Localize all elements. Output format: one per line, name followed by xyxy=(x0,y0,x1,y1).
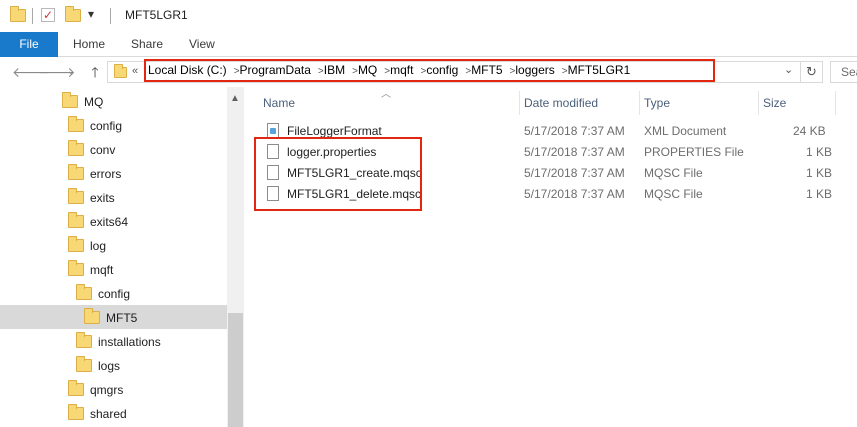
date-modified-cell: 5/17/2018 7:37 AM xyxy=(524,187,625,201)
scroll-thumb[interactable] xyxy=(228,313,243,427)
file-type-cell: MQSC File xyxy=(644,166,703,180)
folder-icon xyxy=(76,331,92,348)
xml-document-icon xyxy=(267,122,279,138)
folder-icon xyxy=(10,6,26,22)
column-header-type[interactable]: Type xyxy=(640,91,759,115)
folder-icon xyxy=(68,163,84,180)
recent-locations-chevron-icon[interactable]: ⌄ xyxy=(62,62,80,82)
nav-item-qmgrs[interactable]: qmgrs xyxy=(68,379,123,401)
nav-scrollbar[interactable]: ▲ xyxy=(227,87,244,427)
folder-icon xyxy=(68,379,84,396)
nav-item-mq[interactable]: MQ xyxy=(62,91,103,113)
file-size-cell: 24 KB xyxy=(793,124,826,138)
tab-share[interactable]: Share xyxy=(131,32,163,57)
folder-icon xyxy=(114,64,127,78)
nav-item-log[interactable]: log xyxy=(68,235,106,257)
divider xyxy=(110,8,111,24)
folder-icon xyxy=(68,259,84,276)
new-folder-icon[interactable] xyxy=(65,6,81,22)
nav-item-exits[interactable]: exits xyxy=(68,187,115,209)
overflow-chevron-icon[interactable]: « xyxy=(132,65,138,77)
window-title: MFT5LGR1 xyxy=(125,8,188,22)
quick-access-dropdown-icon[interactable]: ▾ xyxy=(88,7,94,21)
refresh-icon[interactable]: ↻ xyxy=(801,61,823,83)
date-modified-cell: 5/17/2018 7:37 AM xyxy=(524,124,625,138)
file-type-cell: PROPERTIES File xyxy=(644,145,744,159)
search-input[interactable]: Sea xyxy=(830,61,857,83)
date-modified-cell: 5/17/2018 7:37 AM xyxy=(524,166,625,180)
title-bar: ✓ ▾ MFT5LGR1 xyxy=(0,0,857,32)
folder-icon xyxy=(68,139,84,156)
nav-item-config[interactable]: config xyxy=(68,115,122,137)
divider xyxy=(32,8,33,24)
forward-arrow-icon[interactable]: 🡒 xyxy=(38,62,76,82)
nav-item-mft5[interactable]: MFT5 xyxy=(84,307,137,329)
nav-item-mqft[interactable]: mqft xyxy=(68,259,113,281)
files-highlight-box xyxy=(254,137,422,211)
column-header-size[interactable]: Size xyxy=(759,91,836,115)
ribbon: File Home Share View xyxy=(0,32,857,57)
nav-item-installations[interactable]: installations xyxy=(76,331,161,353)
up-arrow-icon[interactable]: 🡑 xyxy=(86,62,104,82)
address-dropdown-icon[interactable]: ⌄ xyxy=(784,63,793,76)
folder-icon xyxy=(84,307,100,324)
file-size-cell: 1 KB xyxy=(806,145,833,159)
nav-item-conv[interactable]: conv xyxy=(68,139,115,161)
folder-icon xyxy=(68,403,84,420)
tab-view[interactable]: View xyxy=(189,32,215,57)
folder-icon xyxy=(76,355,92,372)
column-header-name[interactable]: Name xyxy=(259,91,520,115)
navigation-pane: MQ config conv errors exits exits64 log … xyxy=(0,87,244,427)
folder-icon xyxy=(62,91,78,108)
folder-icon xyxy=(76,283,92,300)
folder-icon xyxy=(68,211,84,228)
file-type-cell: XML Document xyxy=(644,124,727,138)
address-row: 🡐 🡒 ⌄ 🡑 « Local Disk (C:) >ProgramData >IB… xyxy=(0,58,857,86)
folder-icon xyxy=(68,187,84,204)
nav-item-errors[interactable]: errors xyxy=(68,163,121,185)
file-type-cell: MQSC File xyxy=(644,187,703,201)
scroll-up-icon[interactable]: ▲ xyxy=(230,93,240,104)
file-size-cell: 1 KB xyxy=(806,187,833,201)
folder-icon xyxy=(68,115,84,132)
file-size-cell: 1 KB xyxy=(806,166,833,180)
nav-item-config[interactable]: config xyxy=(76,283,130,305)
nav-item-logs[interactable]: logs xyxy=(76,355,120,377)
folder-icon xyxy=(68,235,84,252)
nav-item-exits64[interactable]: exits64 xyxy=(68,211,128,233)
date-modified-cell: 5/17/2018 7:37 AM xyxy=(524,145,625,159)
column-header-date-modified[interactable]: Date modified xyxy=(520,91,640,115)
nav-item-shared[interactable]: shared xyxy=(68,403,127,425)
back-arrow-icon[interactable]: 🡐 xyxy=(12,62,50,82)
tab-home[interactable]: Home xyxy=(73,32,105,57)
properties-icon[interactable]: ✓ xyxy=(41,8,55,22)
tab-file[interactable]: File xyxy=(0,32,58,57)
address-highlight-box xyxy=(144,59,715,82)
